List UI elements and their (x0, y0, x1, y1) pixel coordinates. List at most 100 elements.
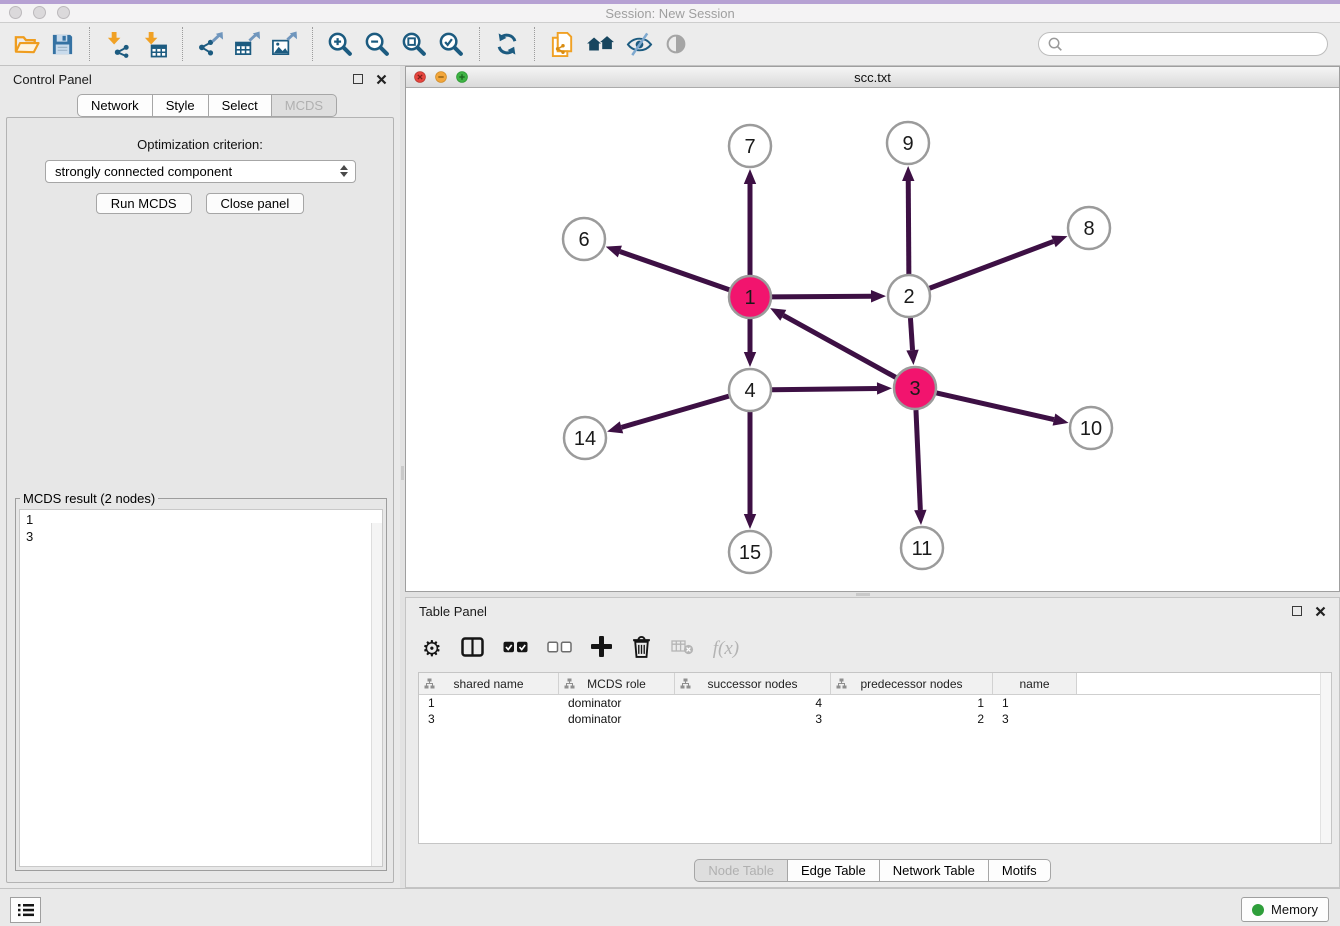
search-input[interactable] (1063, 37, 1319, 52)
graph-edge-1-6[interactable] (620, 252, 729, 290)
eye-disabled-icon (663, 31, 689, 57)
select-all-checkboxes-icon (503, 641, 528, 653)
table-row[interactable]: 1dominator411 (419, 695, 1331, 711)
hide-graphics-button[interactable] (626, 28, 653, 60)
plus-icon (591, 636, 612, 657)
task-history-button[interactable] (10, 897, 41, 923)
graph-edge-3-11[interactable] (916, 410, 920, 510)
graph-node-1[interactable]: 1 (729, 276, 771, 318)
zoom-in-button[interactable] (327, 28, 354, 60)
column-header-predecessor-nodes[interactable]: predecessor nodes (831, 673, 993, 694)
graph-node-label: 6 (578, 229, 589, 251)
close-view-button[interactable] (414, 71, 426, 83)
table-tabs: Node TableEdge TableNetwork TableMotifs (406, 859, 1339, 882)
network-canvas[interactable]: 7 9 6 8 1 2 4 3 14 10 15 11 (406, 88, 1339, 590)
zoom-fit-button[interactable] (401, 28, 428, 60)
graph-node-8[interactable]: 8 (1068, 207, 1110, 249)
zoom-out-button[interactable] (364, 28, 391, 60)
tab-mcds[interactable]: MCDS (272, 94, 337, 117)
search-box[interactable] (1038, 32, 1328, 56)
table-toolbar: ⚙ f(x) (422, 630, 739, 668)
optimization-criterion-select[interactable]: strongly connected component (45, 160, 356, 183)
deselect-all-rows-button[interactable] (547, 640, 572, 658)
result-scrollbar[interactable] (371, 523, 382, 866)
network-window-titlebar: scc.txt (406, 67, 1339, 88)
table-cell: 3 (675, 712, 831, 726)
run-mcds-button[interactable]: Run MCDS (96, 193, 192, 214)
apply-layout-button[interactable] (494, 28, 520, 60)
tab-network-table[interactable]: Network Table (880, 859, 989, 882)
tab-style[interactable]: Style (153, 94, 209, 117)
graph-edge-4-3[interactable] (772, 388, 877, 389)
toolbar-separator (479, 27, 480, 61)
tab-node-table[interactable]: Node Table (694, 859, 788, 882)
graph-node-10[interactable]: 10 (1070, 407, 1112, 449)
export-table-icon (234, 31, 261, 58)
column-header-successor-nodes[interactable]: successor nodes (675, 673, 831, 694)
delete-table-button-disabled (671, 638, 694, 660)
duplicate-network-icon (549, 31, 576, 58)
column-header-name[interactable]: name (993, 673, 1077, 694)
tab-network[interactable]: Network (77, 94, 153, 117)
memory-status-dot (1252, 904, 1264, 916)
graph-node-14[interactable]: 14 (564, 417, 606, 459)
save-session-button[interactable] (50, 28, 75, 60)
close-table-panel-icon[interactable] (1315, 606, 1326, 617)
graph-edge-3-1[interactable] (783, 315, 895, 377)
table-settings-button[interactable]: ⚙ (422, 638, 442, 660)
column-view-button[interactable] (461, 637, 484, 662)
select-all-rows-button[interactable] (503, 640, 528, 658)
import-table-button[interactable] (141, 28, 168, 60)
tab-select[interactable]: Select (209, 94, 272, 117)
column-header-shared-name[interactable]: shared name (419, 673, 559, 694)
zoom-selected-icon (438, 31, 465, 58)
column-header-MCDS-role[interactable]: MCDS role (559, 673, 675, 694)
graph-node-15[interactable]: 15 (729, 531, 771, 573)
graph-node-label: 8 (1083, 218, 1094, 240)
graph-node-label: 14 (574, 428, 596, 450)
graph-node-11[interactable]: 11 (901, 527, 943, 569)
tab-edge-table[interactable]: Edge Table (788, 859, 880, 882)
graph-edge-2-9[interactable] (908, 181, 909, 274)
duplicate-network-button[interactable] (549, 28, 576, 60)
home-view-button[interactable] (586, 28, 616, 60)
graph-edge-arrowhead (1053, 414, 1069, 426)
open-session-button[interactable] (13, 28, 40, 60)
application-window: Session: New Session (0, 0, 1340, 926)
graph-node-2[interactable]: 2 (888, 275, 930, 317)
graph-node-9[interactable]: 9 (887, 122, 929, 164)
tab-motifs[interactable]: Motifs (989, 859, 1051, 882)
export-table-button[interactable] (234, 28, 261, 60)
close-panel-icon[interactable] (376, 74, 387, 85)
table-scrollbar[interactable] (1320, 673, 1331, 843)
graph-node-3[interactable]: 3 (894, 367, 936, 409)
float-panel-icon[interactable] (353, 74, 363, 84)
delete-column-button[interactable] (631, 635, 652, 663)
create-column-button[interactable] (591, 636, 612, 662)
export-image-icon (271, 31, 298, 58)
export-network-button[interactable] (197, 28, 224, 60)
graph-edge-4-14[interactable] (621, 396, 728, 427)
import-network-button[interactable] (104, 28, 131, 60)
memory-button[interactable]: Memory (1241, 897, 1329, 922)
zoom-selected-button[interactable] (438, 28, 465, 60)
mcds-tab-content: Optimization criterion: strongly connect… (6, 117, 394, 883)
maximize-view-button[interactable] (456, 71, 468, 83)
mcds-result-text[interactable]: 1 3 (19, 509, 383, 867)
graph-edge-2-3[interactable] (910, 318, 912, 350)
toolbar-separator (534, 27, 535, 61)
close-x-icon (376, 74, 387, 85)
graph-edge-2-8[interactable] (930, 241, 1054, 288)
graph-node-6[interactable]: 6 (563, 218, 605, 260)
graph-node-4[interactable]: 4 (729, 369, 771, 411)
export-image-button[interactable] (271, 28, 298, 60)
graph-edge-arrowhead (607, 421, 623, 433)
table-row[interactable]: 3dominator323 (419, 711, 1331, 727)
graph-edge-1-2[interactable] (772, 296, 871, 297)
graph-edge-3-10[interactable] (936, 393, 1053, 420)
graph-node-7[interactable]: 7 (729, 125, 771, 167)
float-table-panel-icon[interactable] (1292, 606, 1302, 616)
delete-table-icon (671, 638, 694, 655)
minimize-view-button[interactable] (435, 71, 447, 83)
close-panel-button[interactable]: Close panel (206, 193, 305, 214)
